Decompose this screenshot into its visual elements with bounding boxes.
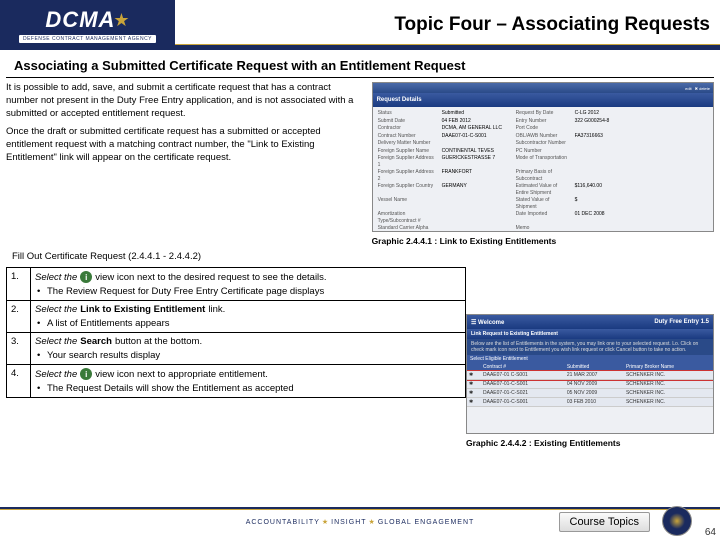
header: DCMA ★ DEFENSE CONTRACT MANAGEMENT AGENC… [0,0,720,50]
page-number: 64 [705,527,716,538]
entitlement-table: Contract #SubmittedPrimary Broker Name ✱… [467,363,713,407]
header-divider [175,44,720,50]
paragraph-1: It is possible to add, save, and submit … [6,82,366,120]
graphic1-caption: Graphic 2.4.4.1 : Link to Existing Entit… [372,234,714,246]
view-icon: i [80,368,92,380]
step-cell: Select the i view icon next to the desir… [31,268,466,301]
steps-header: Fill Out Certificate Request (2.4.4.1 - … [6,248,714,265]
steps-table: 1. Select the i view icon next to the de… [6,267,466,398]
logo-subtext: DEFENSE CONTRACT MANAGEMENT AGENCY [19,35,156,43]
intro-text: It is possible to add, save, and submit … [6,82,366,246]
agency-seal-icon [662,506,692,536]
graphic2-caption: Graphic 2.4.4.2 : Existing Entitlements [466,436,714,448]
logo-text: DCMA [45,7,115,33]
page-title: Topic Four – Associating Requests [175,14,720,36]
screenshot-request-details: edit✖ delete Request Details StatusSubmi… [372,82,714,232]
section-subtitle: Associating a Submitted Certificate Requ… [6,52,714,78]
view-icon: i [80,271,92,283]
step-num: 1. [7,268,31,301]
paragraph-2: Once the draft or submitted certificate … [6,126,366,164]
logo: DCMA ★ DEFENSE CONTRACT MANAGEMENT AGENC… [0,0,175,50]
logo-star-icon: ★ [113,10,129,31]
footer-divider [0,507,720,510]
course-topics-button[interactable]: Course Topics [559,512,651,532]
screenshot-link-entitlement: ☰ WelcomeDuty Free Entry 1.5 Link Reques… [466,314,714,434]
